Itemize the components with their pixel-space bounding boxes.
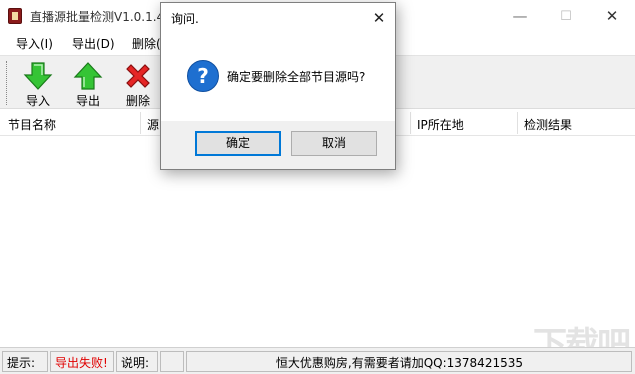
column-header-ip-location[interactable]: IP所在地 <box>417 116 464 133</box>
dialog-close-button[interactable]: ✕ <box>361 3 397 33</box>
ok-button[interactable]: 确定 <box>195 131 281 156</box>
status-promo: 恒大优惠购房,有需要者请加QQ:1378421535 <box>186 351 632 372</box>
maximize-button[interactable]: ☐ <box>543 0 589 32</box>
dialog-footer: 确定 取消 <box>161 121 395 169</box>
export-arrow-up-icon <box>73 62 103 90</box>
export-button-label: 导出 <box>75 94 100 108</box>
column-header-result[interactable]: 检测结果 <box>524 116 572 133</box>
dialog-message: 确定要删除全部节目源吗? <box>227 70 366 84</box>
delete-button[interactable]: 删除 <box>114 59 162 108</box>
app-icon <box>8 8 22 24</box>
toolbar-grip <box>6 61 8 105</box>
menu-export[interactable]: 导出(D) <box>72 35 115 52</box>
menu-delete[interactable]: 删除( <box>132 35 161 52</box>
column-divider[interactable] <box>517 112 518 134</box>
dialog-title: 询问. <box>171 12 199 26</box>
status-hint-value: 导出失败! <box>50 351 114 372</box>
minimize-button[interactable]: — <box>497 0 543 32</box>
question-icon: ? <box>187 60 219 92</box>
cancel-button[interactable]: 取消 <box>291 131 377 156</box>
confirm-dialog: 询问. ✕ ? 确定要删除全部节目源吗? 确定 取消 <box>160 2 396 170</box>
status-hint-label: 提示: <box>2 351 48 372</box>
export-button[interactable]: 导出 <box>64 59 112 108</box>
import-arrow-down-icon <box>23 62 53 90</box>
status-bar: 提示: 导出失败! 说明: 恒大优惠购房,有需要者请加QQ:1378421535 <box>0 347 635 374</box>
import-button-label: 导入 <box>25 94 50 108</box>
close-button[interactable]: ✕ <box>589 0 635 32</box>
status-desc-value <box>160 351 184 372</box>
dialog-content: ? 确定要删除全部节目源吗? <box>161 33 395 121</box>
column-header-source[interactable]: 源 <box>147 116 159 133</box>
window-title: 直播源批量检测V1.0.1.4 <box>30 10 165 24</box>
column-header-name[interactable]: 节目名称 <box>8 116 56 133</box>
delete-button-label: 删除 <box>125 94 150 108</box>
import-button[interactable]: 导入 <box>14 59 62 108</box>
column-divider[interactable] <box>410 112 411 134</box>
column-divider[interactable] <box>140 112 141 134</box>
status-desc-label: 说明: <box>116 351 158 372</box>
menu-import[interactable]: 导入(I) <box>16 35 53 52</box>
delete-x-icon <box>126 64 150 88</box>
